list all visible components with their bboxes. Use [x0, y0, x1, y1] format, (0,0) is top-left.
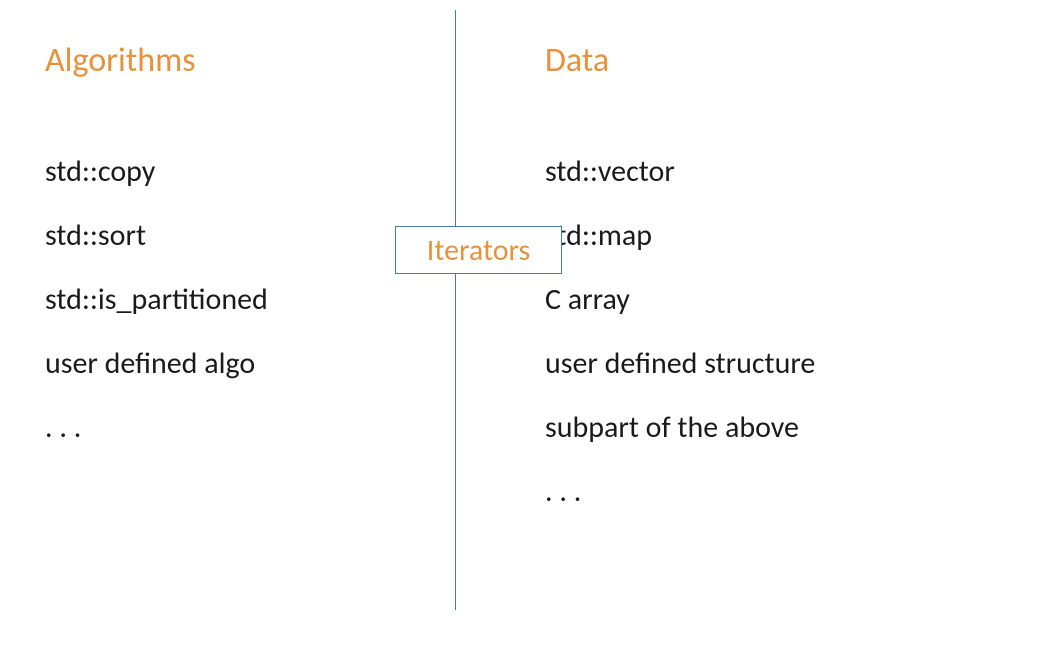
data-item: subpart of the above: [545, 407, 985, 449]
algorithm-item: std::sort: [45, 215, 405, 257]
data-heading: Data: [545, 40, 985, 81]
diagram-container: Algorithms std::copy std::sort std::is_p…: [0, 0, 1038, 662]
algorithm-item: . . .: [45, 407, 405, 449]
algorithm-item: std::copy: [45, 151, 405, 193]
iterators-label: Iterators: [427, 232, 530, 269]
data-item: . . .: [545, 471, 985, 513]
iterators-box: Iterators: [395, 226, 562, 274]
data-column: Data std::vector std::map C array user d…: [545, 40, 985, 535]
algorithms-column: Algorithms std::copy std::sort std::is_p…: [45, 40, 405, 471]
data-item: std::map: [545, 215, 985, 257]
data-item: std::vector: [545, 151, 985, 193]
data-item: C array: [545, 279, 985, 321]
algorithm-item: std::is_partitioned: [45, 279, 405, 321]
algorithms-heading: Algorithms: [45, 40, 405, 81]
algorithm-item: user defined algo: [45, 343, 405, 385]
data-item: user defined structure: [545, 343, 985, 385]
vertical-divider: [455, 10, 456, 610]
